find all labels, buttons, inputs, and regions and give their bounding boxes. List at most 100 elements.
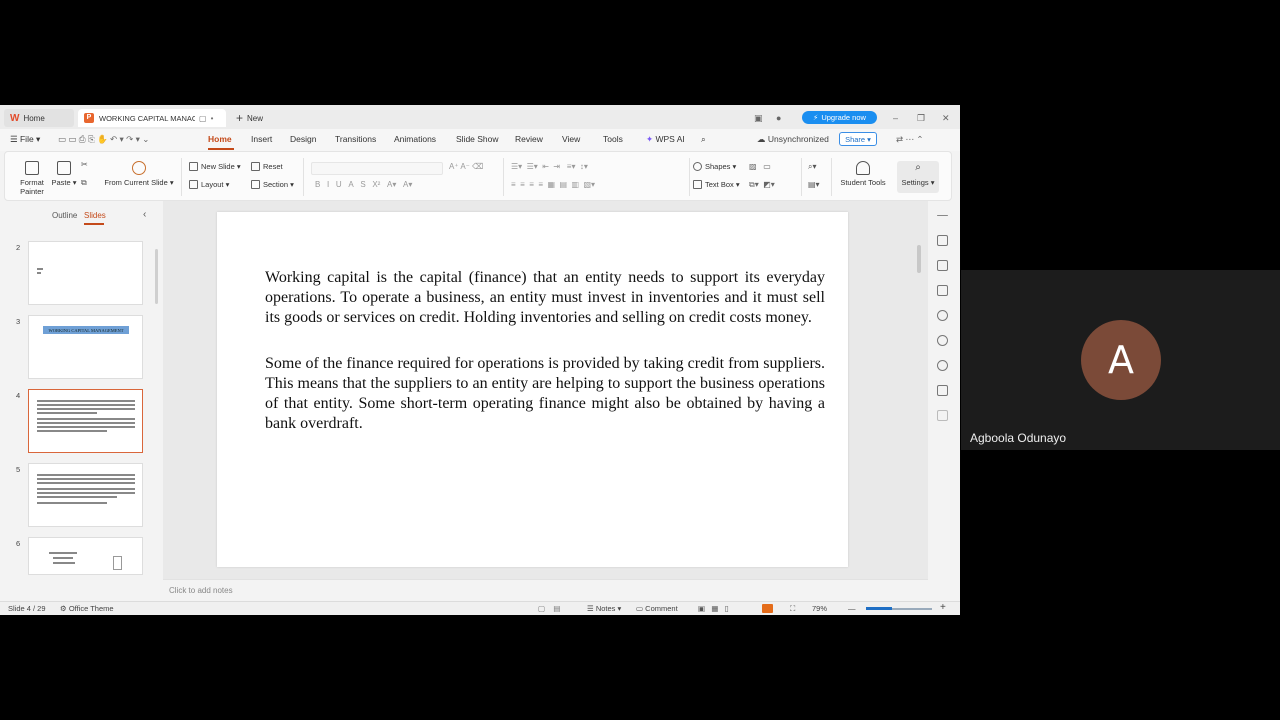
document-tab[interactable]: P WORKING CAPITAL MANAG ▢ •: [78, 109, 226, 127]
menu-tools[interactable]: Tools: [603, 134, 623, 144]
section-icon: [251, 180, 260, 189]
zoom-slider-fill[interactable]: [866, 607, 892, 610]
theme-indicator[interactable]: ⚙ Office Theme: [60, 604, 114, 613]
menu-transitions[interactable]: Transitions: [335, 134, 376, 144]
new-tab-button[interactable]: + New: [230, 109, 280, 127]
format-painter-button[interactable]: Format Painter: [17, 161, 47, 196]
slideshow-play-icon[interactable]: [762, 604, 773, 613]
notes-toggle[interactable]: ☰ Notes ▾: [587, 604, 621, 613]
menu-wps-ai[interactable]: ✦ WPS AI: [646, 134, 685, 145]
tab-screen-icon[interactable]: ▢: [199, 114, 207, 123]
window-layout-icon[interactable]: ▣: [754, 109, 763, 127]
status-icons[interactable]: ▢ ▤: [538, 604, 569, 613]
slide-thumbnail-3[interactable]: WORKING CAPITAL MANAGEMENT: [28, 315, 143, 379]
menu-design[interactable]: Design: [290, 134, 316, 144]
fit-window-icon[interactable]: ⛶: [790, 604, 795, 614]
account-avatar-icon[interactable]: ●: [776, 109, 781, 127]
menu-insert[interactable]: Insert: [251, 134, 272, 144]
close-icon[interactable]: ✕: [942, 109, 950, 127]
alignment-buttons[interactable]: ≡ ≡ ≡ ≡ ▦ ▤ ▥ ▧▾: [511, 180, 595, 189]
scrollbar-thumb[interactable]: [917, 245, 921, 273]
help-icon[interactable]: [937, 360, 948, 371]
editor-vertical-scrollbar[interactable]: [916, 205, 924, 577]
slide-paragraph-2[interactable]: Some of the finance required for operati…: [265, 354, 825, 434]
settings-button[interactable]: ⌕ Settings ▾: [897, 161, 939, 193]
zoom-level[interactable]: 79%: [812, 604, 827, 613]
menu-animations[interactable]: Animations: [394, 134, 436, 144]
slides-tab[interactable]: Slides: [84, 211, 106, 220]
menu-slide-show[interactable]: Slide Show: [456, 134, 499, 144]
slide-thumbnail-4-selected[interactable]: [28, 389, 143, 453]
paste-button[interactable]: Paste ▾: [49, 161, 79, 187]
student-tools-button[interactable]: Student Tools: [837, 161, 889, 187]
layers-icon[interactable]: [937, 285, 948, 296]
sync-status-label: Unsynchronized: [767, 134, 829, 144]
slide-thumbnail-2[interactable]: [28, 241, 143, 305]
slide-thumbnail-6[interactable]: [28, 537, 143, 575]
zoom-in-icon[interactable]: +: [940, 602, 946, 613]
notes-pane[interactable]: Click to add notes: [163, 579, 928, 601]
sidebar-collapse-icon[interactable]: [937, 215, 948, 216]
thumbnail-scrollbar[interactable]: [155, 249, 158, 304]
notes-placeholder: Click to add notes: [169, 586, 233, 595]
menu-review[interactable]: Review: [515, 134, 543, 144]
history-icon[interactable]: [937, 335, 948, 346]
text-box-button[interactable]: Text Box ▾: [693, 180, 740, 189]
copy-icon[interactable]: ⧉: [81, 178, 87, 188]
tab-unsaved-dot-icon[interactable]: •: [211, 114, 214, 123]
maximize-icon[interactable]: ❐: [917, 109, 925, 127]
minimize-icon[interactable]: –: [893, 109, 898, 127]
section-button[interactable]: Section ▾: [251, 180, 294, 189]
clipboard-icon: [57, 161, 71, 175]
plus-icon: +: [236, 111, 244, 125]
star-icon[interactable]: [937, 310, 948, 321]
thumb-text-line: [37, 430, 107, 432]
cut-icon[interactable]: ✂: [81, 160, 88, 169]
search-icon[interactable]: ⌕: [701, 134, 706, 145]
section-label: Section: [263, 180, 289, 189]
new-slide-button[interactable]: New Slide ▾: [189, 162, 241, 171]
shapes-button[interactable]: Shapes ▾: [693, 162, 736, 171]
comment-toggle[interactable]: ▭ Comment: [636, 604, 678, 613]
picture-icon[interactable]: ▨ ▭: [749, 162, 771, 171]
font-name-select[interactable]: [311, 162, 443, 175]
font-size-controls[interactable]: A⁺ A⁻ ⌫: [449, 162, 483, 171]
participant-video-tile: A Agboola Odunayo: [961, 270, 1280, 450]
sync-status[interactable]: ☁ Unsynchronized: [757, 134, 829, 145]
new-slide-label: New Slide: [201, 162, 235, 171]
arrange-icon[interactable]: ⧉▾ ◩▾: [749, 180, 775, 190]
active-menu-indicator: [208, 148, 234, 150]
file-menu[interactable]: ☰ File ▾: [10, 134, 40, 145]
text-box-label: Text Box: [705, 180, 734, 189]
font-style-buttons[interactable]: B I U A S X² A▾ A▾: [315, 180, 412, 189]
outline-tab[interactable]: Outline: [52, 211, 77, 220]
menu-bar: ☰ File ▾ ▭ ▭ ⎙ ⎘ ✋ ↶ ▾ ↷ ▾ ⌄ Home Insert…: [0, 129, 960, 151]
zoom-out-icon[interactable]: —: [848, 604, 856, 613]
paragraph-list-buttons[interactable]: ☰▾ ☰▾ ⇤ ⇥ ≡▾ ↕▾: [511, 162, 588, 171]
wps-ai-label: WPS AI: [655, 134, 685, 144]
share-button[interactable]: Share ▾: [839, 132, 877, 146]
thumb-number-3: 3: [16, 317, 21, 326]
upgrade-now-button[interactable]: ⚡ Upgrade now: [802, 111, 877, 124]
thumb-text-line: [53, 557, 73, 559]
slide-thumbnail-5[interactable]: [28, 463, 143, 527]
slide-paragraph-1[interactable]: Working capital is the capital (finance)…: [265, 268, 825, 328]
format-icon[interactable]: [937, 260, 948, 271]
reset-button[interactable]: Reset: [251, 162, 283, 171]
magic-tools-icon[interactable]: [937, 235, 948, 246]
collapse-ribbon-icon[interactable]: ⇄ ⋯ ⌃: [896, 134, 923, 145]
menu-view[interactable]: View: [562, 134, 580, 144]
layout-button[interactable]: Layout ▾: [189, 180, 229, 189]
collapse-panel-icon[interactable]: ‹: [143, 209, 146, 220]
adjust-icon[interactable]: [937, 385, 948, 396]
menu-home[interactable]: Home: [208, 134, 232, 144]
from-current-slide-button[interactable]: From Current Slide ▾: [103, 161, 175, 187]
home-tab[interactable]: W Home: [4, 109, 74, 127]
current-slide-canvas[interactable]: Working capital is the capital (finance)…: [217, 212, 848, 567]
find-icon[interactable]: ⌕▾: [808, 162, 817, 172]
view-mode-buttons[interactable]: ▣ ▦ ▯: [698, 604, 729, 613]
quick-access-toolbar[interactable]: ▭ ▭ ⎙ ⎘ ✋ ↶ ▾ ↷ ▾ ⌄: [58, 134, 149, 145]
select-icon[interactable]: ▤▾: [808, 180, 820, 189]
ribbon-divider: [689, 158, 690, 196]
grid-icon[interactable]: [937, 410, 948, 421]
